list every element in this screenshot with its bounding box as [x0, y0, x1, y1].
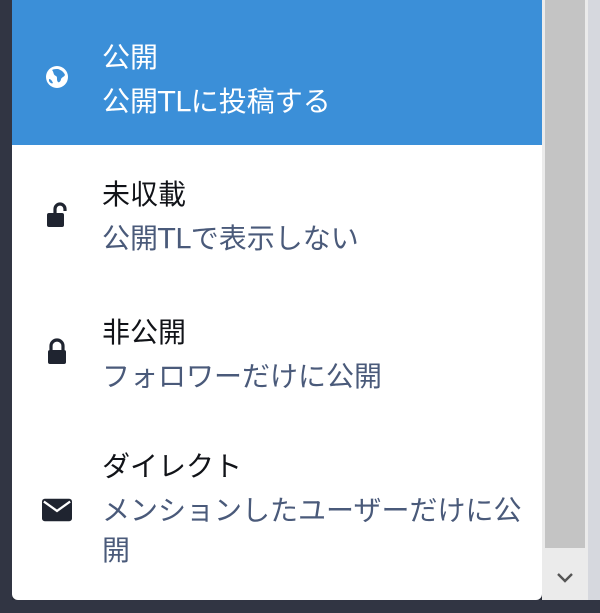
- unlock-icon: [42, 200, 72, 230]
- privacy-option-direct[interactable]: ダイレクト メンションしたユーザーだけに公開: [12, 425, 542, 600]
- globe-icon: [42, 62, 72, 92]
- background-panel-left: [0, 0, 12, 613]
- dropdown-scrollbar[interactable]: [542, 0, 588, 600]
- privacy-option-description: フォロワーだけに公開: [102, 360, 383, 393]
- scroll-down-button[interactable]: [542, 562, 588, 592]
- privacy-dropdown: 公開 公開TLに投稿する 未収載 公開TLで表示しない 非公開 フォロワーだけに…: [12, 0, 542, 600]
- privacy-option-title: 未収載: [102, 178, 187, 211]
- privacy-option-unlisted[interactable]: 未収載 公開TLで表示しない: [12, 145, 542, 285]
- privacy-option-title: 非公開: [102, 316, 187, 349]
- scrollbar-thumb[interactable]: [545, 0, 585, 548]
- privacy-option-public[interactable]: 公開 公開TLに投稿する: [12, 0, 542, 145]
- chevron-down-icon: [557, 568, 573, 587]
- background-panel-right: [588, 0, 600, 613]
- privacy-option-description: メンションしたユーザーだけに公開: [102, 494, 522, 567]
- privacy-option-title: 公開: [102, 41, 159, 74]
- privacy-option-description: 公開TLで表示しない: [102, 222, 359, 255]
- background-panel-bottom: [0, 600, 600, 613]
- lock-icon: [42, 337, 72, 367]
- privacy-option-description: 公開TLに投稿する: [102, 85, 331, 118]
- envelope-icon: [42, 495, 72, 525]
- privacy-option-private[interactable]: 非公開 フォロワーだけに公開: [12, 285, 542, 425]
- privacy-option-title: ダイレクト: [102, 450, 243, 483]
